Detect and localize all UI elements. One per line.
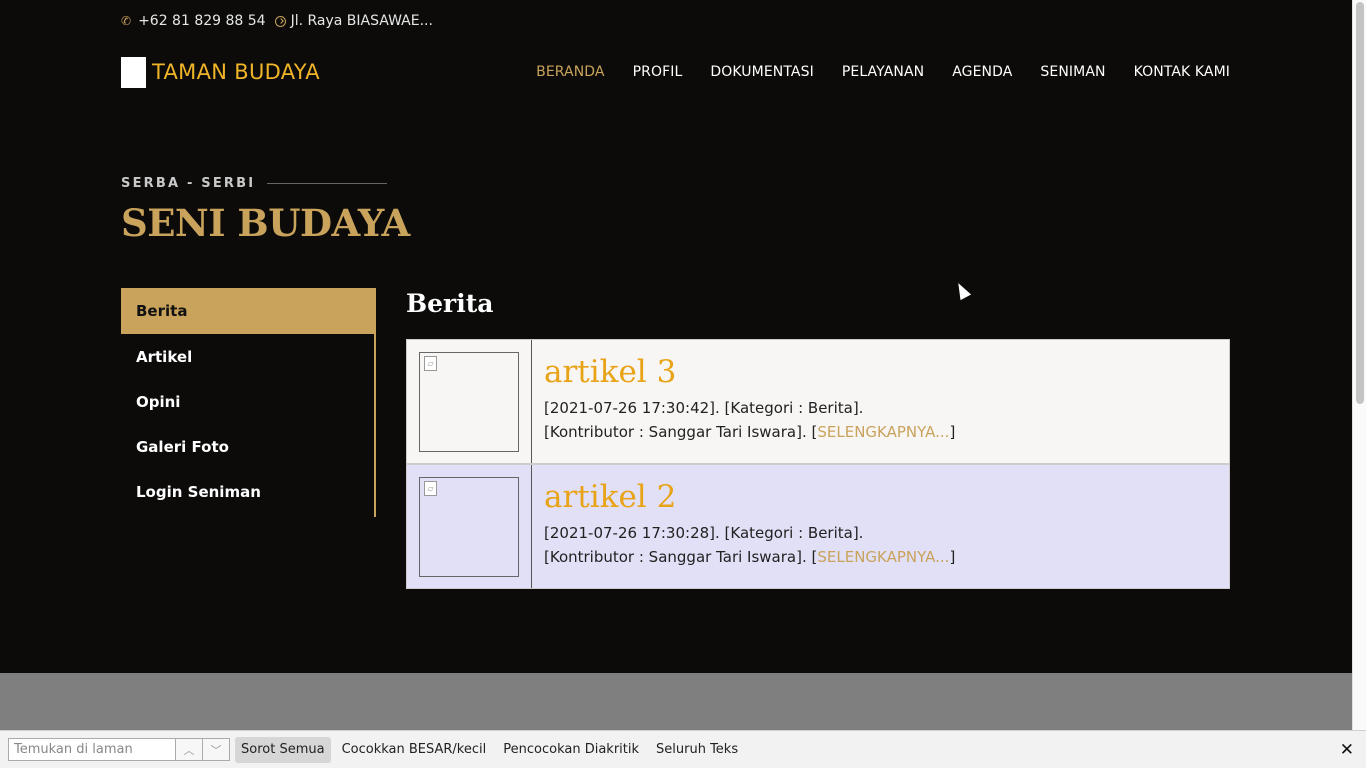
close-icon[interactable]: ✕ [1340,740,1354,760]
nav-dokumentasi[interactable]: DOKUMENTASI [710,64,813,80]
find-input[interactable] [8,738,176,761]
highlight-all-toggle[interactable]: Sorot Semua [235,736,331,763]
nav-agenda[interactable]: AGENDA [952,64,1012,80]
post-body: artikel 3 [2021-07-26 17:30:42]. [Katego… [532,340,1229,463]
nav-pelayanan[interactable]: PELAYANAN [842,64,924,80]
post-contributor: [Kontributor : Sanggar Tari Iswara]. [ [544,423,818,441]
post-meta-line2: [Kontributor : Sanggar Tari Iswara]. [SE… [544,420,1217,444]
post-meta-close: ] [949,548,956,566]
post-meta-line1: [2021-07-26 17:30:28]. [Kategori : Berit… [544,524,864,542]
post-meta-line1: [2021-07-26 17:30:42]. [Kategori : Berit… [544,399,864,417]
chevron-down-icon: ﹀ [210,743,222,757]
content-area: Berita ▱ artikel 3 [2021-07-26 17:30:42]… [406,288,1230,589]
chevron-up-icon: ︿ [183,743,195,757]
find-bar: ︿ ﹀ Sorot Semua Cocokkan BESAR/kecil Pen… [0,730,1366,768]
eyebrow-divider [267,183,388,184]
topbar: ✆ +62 81 829 88 54 Jl. Raya BIASAWAE... [121,0,433,42]
read-more-link[interactable]: SELENGKAPNYA... [817,548,949,566]
eyebrow-text: SERBA - SERBI [121,176,256,191]
scrollbar-thumb[interactable] [1356,2,1364,404]
header: TAMAN BUDAYA BERANDA PROFIL DOKUMENTASI … [121,56,1230,88]
nav-kontak-kami[interactable]: KONTAK KAMI [1134,64,1230,80]
match-diacritics-toggle[interactable]: Pencocokan Diakritik [497,737,645,763]
post-row: ▱ artikel 2 [2021-07-26 17:30:28]. [Kate… [406,464,1230,589]
page-scrollbar[interactable] [1352,0,1366,730]
post-body: artikel 2 [2021-07-26 17:30:28]. [Katego… [532,465,1229,588]
sidebar-item-opini[interactable]: Opini [121,379,374,424]
post-thumbnail[interactable]: ▱ [419,352,519,452]
post-title[interactable]: artikel 2 [544,477,1217,521]
sidebar-item-artikel[interactable]: Artikel [121,334,374,379]
sidebar-item-berita[interactable]: Berita [121,288,376,334]
find-previous-button[interactable]: ︿ [176,738,203,761]
post-thumb-cell: ▱ [407,465,532,588]
post-contributor: [Kontributor : Sanggar Tari Iswara]. [ [544,548,818,566]
page-title: SENI BUDAYA [121,201,410,245]
post-meta: [2021-07-26 17:30:42]. [Kategori : Berit… [544,396,1217,444]
post-meta-close: ] [949,423,956,441]
sidebar-menu: Berita Artikel Opini Galeri Foto Login S… [121,288,376,517]
post-thumbnail[interactable]: ▱ [419,477,519,577]
main-nav: BERANDA PROFIL DOKUMENTASI PELAYANAN AGE… [508,64,1230,80]
broken-image-icon: ▱ [424,481,437,496]
post-meta-line2: [Kontributor : Sanggar Tari Iswara]. [SE… [544,545,1217,569]
section-heading: SERBA - SERBI SENI BUDAYA [121,176,410,245]
logo-image [121,56,146,88]
post-thumb-cell: ▱ [407,340,532,463]
brand[interactable]: TAMAN BUDAYA [121,56,320,88]
find-next-button[interactable]: ﹀ [203,738,230,761]
brand-name[interactable]: TAMAN BUDAYA [152,60,320,84]
read-more-link[interactable]: SELENGKAPNYA... [817,423,949,441]
phone-icon: ✆ [121,14,132,28]
footer-band [0,673,1352,730]
post-title[interactable]: artikel 3 [544,352,1217,396]
post-row: ▱ artikel 3 [2021-07-26 17:30:42]. [Kate… [406,339,1230,464]
nav-profil[interactable]: PROFIL [633,64,683,80]
post-meta: [2021-07-26 17:30:28]. [Kategori : Berit… [544,521,1217,569]
sidebar-item-login-seniman[interactable]: Login Seniman [121,469,374,514]
nav-beranda[interactable]: BERANDA [536,64,604,80]
nav-seniman[interactable]: SENIMAN [1040,64,1105,80]
address: Jl. Raya BIASAWAE... [290,13,433,29]
broken-image-icon: ▱ [424,356,437,371]
section-eyebrow: SERBA - SERBI [121,176,410,191]
content-heading: Berita [406,289,494,318]
clock-icon [274,15,286,27]
phone-number: +62 81 829 88 54 [138,13,266,29]
whole-words-toggle[interactable]: Seluruh Teks [650,737,744,763]
match-case-toggle[interactable]: Cocokkan BESAR/kecil [336,737,493,763]
sidebar-item-galeri-foto[interactable]: Galeri Foto [121,424,374,469]
